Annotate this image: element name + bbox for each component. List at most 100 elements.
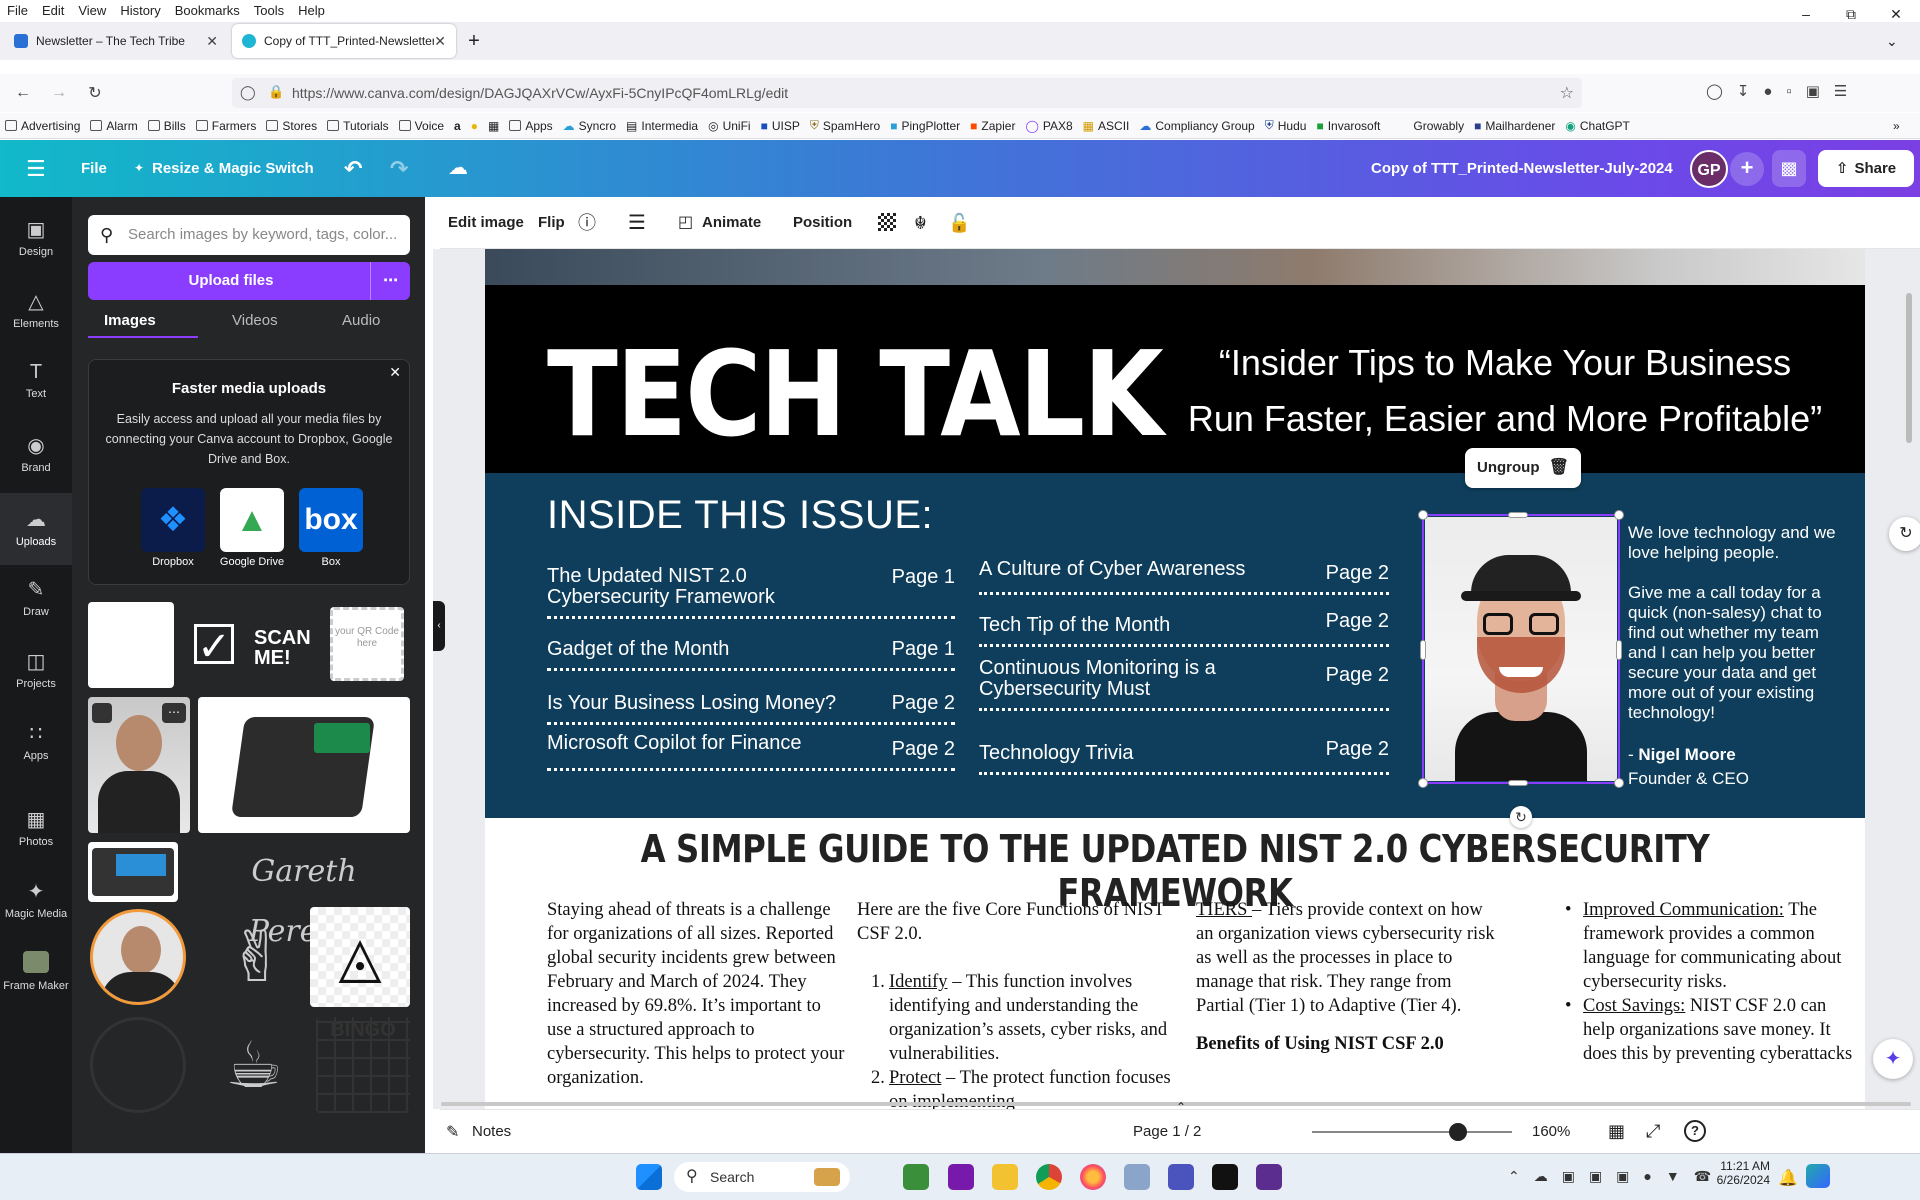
bookmark-item[interactable]: Voice xyxy=(398,119,444,133)
bookmark-item[interactable]: ■ Mailhardener xyxy=(1474,119,1555,133)
page-indicator[interactable]: Page 1 / 2 xyxy=(1133,1123,1201,1140)
cloud-saved-icon[interactable]: ☁ xyxy=(448,140,468,197)
transparency-icon[interactable] xyxy=(878,213,896,231)
qr-code-thumbnail[interactable] xyxy=(88,602,174,688)
toc-item[interactable]: Gadget of the Month Page 1 xyxy=(547,621,955,671)
ceo-message[interactable]: We love technology and we love helping p… xyxy=(1628,523,1838,789)
newsletter-page[interactable]: TECH TALK “Insider Tips to Make Your Bus… xyxy=(485,249,1865,1109)
scan-me-thumbnail[interactable]: ✓ SCAN ME! xyxy=(184,602,326,688)
article-column-3[interactable]: TIERS – Tiers provide context on how an … xyxy=(1196,898,1496,1056)
more-icon[interactable]: ⋯ xyxy=(162,703,186,723)
amazon-icon[interactable]: a xyxy=(454,119,461,133)
bookmark-item[interactable]: ⛨ Hudu xyxy=(1265,118,1307,133)
collapse-panel-handle[interactable]: ‹ xyxy=(433,601,445,651)
document-title[interactable]: Copy of TTT_Printed-Newsletter-July-2024 xyxy=(1371,140,1673,197)
more-bookmarks-icon[interactable]: » xyxy=(1893,119,1900,133)
reload-icon[interactable]: ↻ xyxy=(80,83,110,103)
resize-handle[interactable] xyxy=(1418,510,1428,520)
close-tab-icon[interactable]: ✕ xyxy=(206,33,218,50)
qr-placeholder-thumbnail[interactable]: your QR Code here xyxy=(330,607,404,681)
resize-handle[interactable] xyxy=(1614,510,1624,520)
resize-handle[interactable] xyxy=(1616,640,1622,660)
clock[interactable]: 11:21 AM 6/26/2024 xyxy=(1700,1159,1770,1187)
ungroup-button[interactable]: Ungroup 🗑 xyxy=(1465,448,1581,488)
zoom-slider-knob[interactable] xyxy=(1449,1123,1467,1141)
new-tab-icon[interactable]: + xyxy=(456,30,492,53)
menu-edit[interactable]: Edit xyxy=(35,3,71,18)
bookmark-favicon[interactable]: ● xyxy=(471,119,478,133)
windows-start-icon[interactable] xyxy=(636,1164,662,1190)
google-drive-icon[interactable]: ▲ xyxy=(220,488,284,552)
menu-view[interactable]: View xyxy=(71,3,113,18)
teams-icon[interactable] xyxy=(1168,1164,1194,1190)
inside-this-issue-title[interactable]: INSIDE THIS ISSUE: xyxy=(547,493,933,538)
bookmark-item[interactable]: Advertising xyxy=(5,119,80,133)
rail-elements[interactable]: △ Elements xyxy=(0,289,72,330)
onenote-icon[interactable] xyxy=(948,1164,974,1190)
bookmark-item[interactable]: Growably xyxy=(1413,119,1464,133)
lock-icon[interactable]: 🔒 xyxy=(268,84,284,100)
dropbox-icon[interactable]: ❖ xyxy=(141,488,205,552)
redo-icon[interactable]: ↷ xyxy=(390,140,408,197)
select-checkbox[interactable] xyxy=(92,703,112,723)
bingo-thumbnail[interactable]: BINGO xyxy=(316,1017,410,1113)
border-style-icon[interactable]: ☰ xyxy=(628,197,646,249)
media-search-input[interactable]: ⚲ Search images by keyword, tags, color.… xyxy=(88,215,410,255)
url-text[interactable]: https://www.canva.com/design/DAGJQAXrVCw… xyxy=(292,85,788,101)
article-column-1[interactable]: Staying ahead of threats is a challenge … xyxy=(547,898,847,1090)
extension-icons[interactable]: ◯↧●▫▣☰ xyxy=(1706,82,1861,100)
bookmark-item[interactable]: ▦ ASCII xyxy=(1083,119,1130,133)
desk-phone-thumbnail[interactable] xyxy=(198,697,410,833)
hamburger-icon[interactable]: ☰ xyxy=(26,140,46,197)
insights-icon[interactable]: ▩ xyxy=(1772,150,1806,187)
resize-handle[interactable] xyxy=(1614,778,1624,788)
shield-icon[interactable]: ◯ xyxy=(240,84,256,101)
header-photo-strip[interactable] xyxy=(485,249,1865,285)
box-icon[interactable]: box xyxy=(299,488,363,552)
menu-history[interactable]: History xyxy=(113,3,167,18)
close-tab-icon[interactable]: ✕ xyxy=(434,33,446,50)
zoom-slider-track[interactable] xyxy=(1312,1123,1512,1141)
toc-item[interactable]: Continuous Monitoring is a Cybersecurity… xyxy=(979,649,1389,711)
bookmark-item[interactable]: ◎ UniFi xyxy=(708,119,751,133)
rail-design[interactable]: ▣ Design xyxy=(0,217,72,258)
rail-brand[interactable]: ◉ Brand xyxy=(0,433,72,474)
bookmark-item[interactable]: Alarm xyxy=(90,119,138,133)
article-column-2[interactable]: Here are the five Core Functions of NIST… xyxy=(857,898,1175,1109)
bookmark-item[interactable]: ⛨ SpamHero xyxy=(810,118,880,133)
notes-button[interactable]: Notes xyxy=(472,1123,511,1140)
info-icon[interactable]: ⓘ xyxy=(578,197,596,249)
signature-thumbnail[interactable]: Gareth Pereira xyxy=(198,842,410,949)
tab-videos[interactable]: Videos xyxy=(232,312,278,329)
cooking-pan-thumbnail[interactable]: ☕ xyxy=(198,1017,310,1113)
rail-uploads[interactable]: ☁ Uploads xyxy=(0,493,72,565)
share-button[interactable]: ⇧ Share xyxy=(1818,150,1914,187)
notification-bell-icon[interactable]: 🔔 xyxy=(1778,1168,1798,1188)
grid-view-icon[interactable]: ▦ xyxy=(1608,1121,1625,1142)
tab-canva[interactable]: Copy of TTT_Printed-Newsletter- ✕ xyxy=(232,24,456,58)
menu-tools[interactable]: Tools xyxy=(247,3,291,18)
rail-magic-media[interactable]: ✦ Magic Media xyxy=(0,879,72,920)
lock-element-icon[interactable]: 🔓 xyxy=(948,197,970,249)
phone-screen-thumbnail[interactable] xyxy=(88,842,178,902)
bookmark-item[interactable]: ■ PingPlotter xyxy=(890,119,960,133)
rail-photos[interactable]: ▦ Photos xyxy=(0,807,72,848)
masthead[interactable]: TECH TALK “Insider Tips to Make Your Bus… xyxy=(485,285,1865,473)
file-menu-button[interactable]: File xyxy=(81,140,107,197)
bookmark-item[interactable]: ■ UISP xyxy=(761,119,800,133)
more-options-icon[interactable]: ⋯ xyxy=(370,262,410,300)
flip-button[interactable]: Flip xyxy=(538,197,565,249)
magic-assistant-icon[interactable]: ✦ xyxy=(1873,1039,1913,1079)
resize-handle[interactable] xyxy=(1420,640,1426,660)
taskbar-app-icon[interactable] xyxy=(1212,1164,1238,1190)
bookmark-item[interactable]: Stores xyxy=(266,119,317,133)
forward-icon[interactable]: → xyxy=(44,84,74,102)
bookmark-item[interactable]: Farmers xyxy=(195,119,256,133)
menu-help[interactable]: Help xyxy=(291,3,332,18)
bookmark-item[interactable]: Bills xyxy=(147,119,186,133)
firefox-icon[interactable] xyxy=(1080,1164,1106,1190)
tab-newsletter[interactable]: Newsletter – The Tech Tribe ✕ xyxy=(4,24,228,58)
rail-projects[interactable]: ◫ Projects xyxy=(0,649,72,690)
rail-text[interactable]: T Text xyxy=(0,361,72,400)
chrome-icon[interactable] xyxy=(1036,1164,1062,1190)
